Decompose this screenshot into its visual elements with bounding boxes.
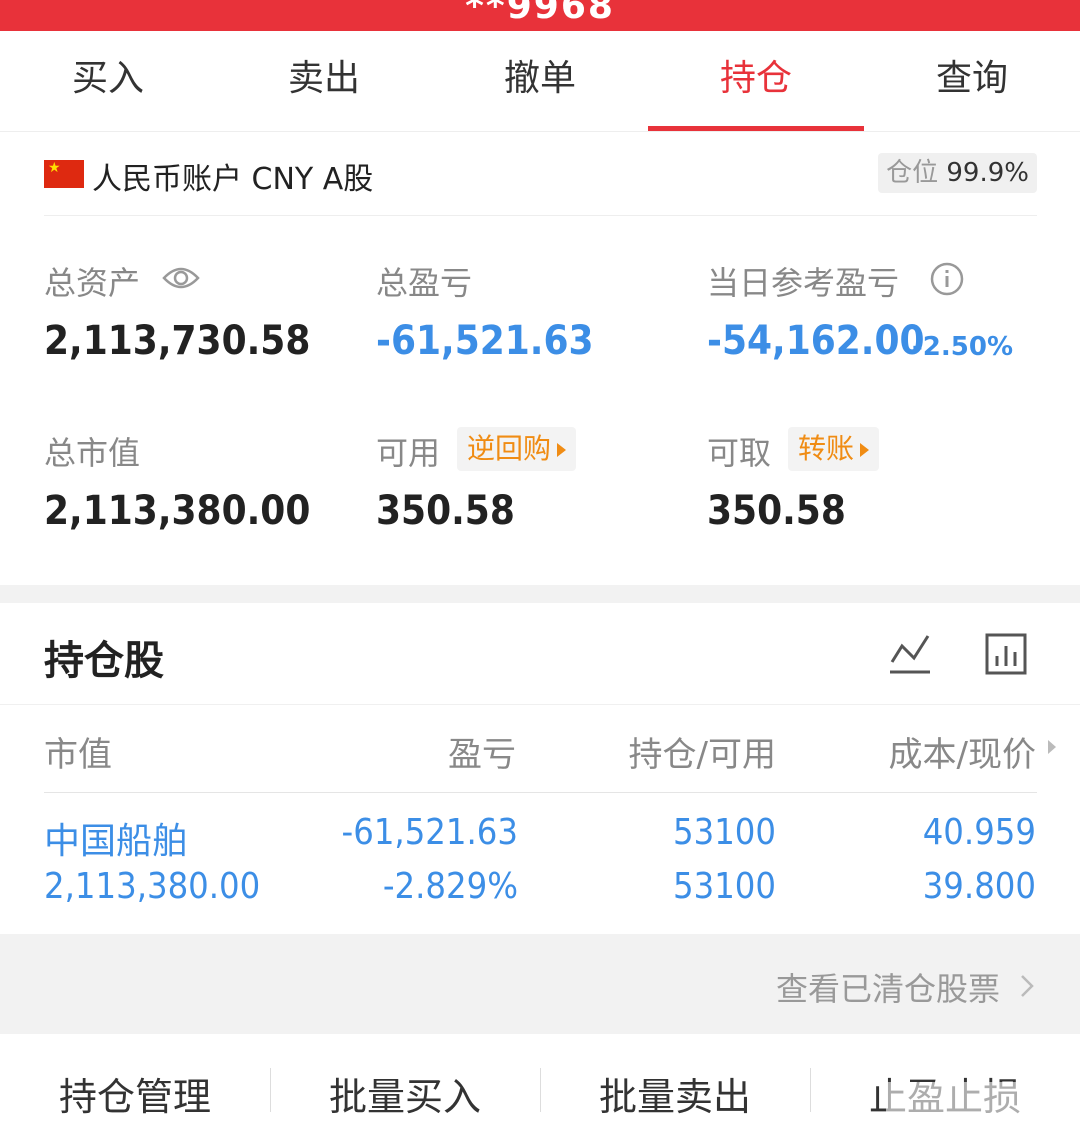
tab-positions[interactable]: 持仓 (648, 31, 864, 132)
line-chart-icon[interactable] (886, 632, 934, 676)
section-divider (0, 585, 1080, 603)
active-tab-indicator (648, 126, 864, 131)
tab-query[interactable]: 查询 (864, 31, 1080, 132)
column-market-value: 市值 (44, 735, 112, 775)
position-management-button[interactable]: 持仓管理 (0, 1066, 270, 1121)
column-pnl: 盈亏 (448, 735, 516, 775)
stock-available: 53100 (672, 866, 776, 907)
tab-cancel-order[interactable]: 撤单 (432, 31, 648, 132)
withdrawable-label: 可取 (707, 434, 772, 472)
divider (0, 704, 1080, 705)
daily-pnl-percent: -2.50% (912, 332, 1013, 362)
column-position-available: 持仓/可用 (628, 735, 776, 775)
withdrawable-value: 350.58 (707, 488, 846, 534)
scroll-columns-icon[interactable] (1048, 740, 1056, 754)
position-ratio-value: 99.9% (946, 158, 1029, 188)
stock-pnl-percent: -2.829% (382, 866, 518, 907)
transfer-button[interactable]: 转账 (788, 427, 880, 471)
table-divider (44, 792, 1037, 793)
available-label: 可用 (376, 434, 441, 472)
tab-buy[interactable]: 买入 (0, 31, 216, 132)
stock-pnl: -61,521.63 (341, 812, 518, 853)
stock-name: 中国船舶 (44, 821, 189, 862)
stock-market-value: 2,113,380.00 (44, 866, 261, 907)
cleared-stocks-bar[interactable]: 查看已清仓股票 (0, 934, 1080, 1034)
eye-icon[interactable] (162, 264, 200, 292)
market-value-value: 2,113,380.00 (44, 488, 311, 534)
daily-pnl-label: 当日参考盈亏 (707, 264, 900, 302)
stock-price: 39.800 (922, 866, 1036, 907)
total-pnl-value: -61,521.63 (376, 318, 594, 364)
transfer-label: 转账 (798, 432, 855, 465)
info-icon[interactable] (930, 262, 964, 296)
stock-position: 53100 (672, 812, 776, 853)
china-flag-icon: ★ (44, 160, 84, 188)
total-assets-label: 总资产 (44, 264, 141, 302)
reverse-repo-button[interactable]: 逆回购 (457, 427, 577, 471)
account-label: 人民币账户 CNY A股 (92, 162, 374, 197)
stock-cost: 40.959 (922, 812, 1036, 853)
batch-buy-button[interactable]: 批量买入 (270, 1066, 540, 1121)
total-assets-value: 2,113,730.58 (44, 318, 311, 364)
account-number: **9968 (465, 0, 615, 27)
holdings-title: 持仓股 (44, 638, 164, 684)
watermark-overlay (886, 1082, 1066, 1122)
tab-sell[interactable]: 卖出 (216, 31, 432, 132)
market-value-label: 总市值 (44, 434, 141, 472)
reverse-repo-label: 逆回购 (467, 432, 552, 465)
caret-right-icon (860, 443, 870, 457)
column-cost-price[interactable]: 成本/现价 (820, 727, 1036, 776)
position-ratio-badge: 仓位 99.9% (878, 153, 1037, 193)
daily-pnl-value: -54,162.00 (707, 318, 925, 364)
chevron-right-icon (1021, 975, 1034, 997)
batch-sell-button[interactable]: 批量卖出 (540, 1066, 810, 1121)
cleared-stocks-link[interactable]: 查看已清仓股票 (776, 964, 1000, 1010)
total-pnl-label: 总盈亏 (376, 264, 473, 302)
caret-right-icon (557, 443, 567, 457)
trade-tabs: 买入 卖出 撤单 持仓 查询 (0, 31, 1080, 132)
account-row: ★ 人民币账户 CNY A股 仓位 99.9% (44, 150, 1037, 216)
available-value: 350.58 (376, 488, 515, 534)
bar-chart-icon[interactable] (984, 632, 1028, 676)
position-ratio-label: 仓位 (886, 158, 939, 188)
account-header: **9968 (0, 0, 1080, 31)
